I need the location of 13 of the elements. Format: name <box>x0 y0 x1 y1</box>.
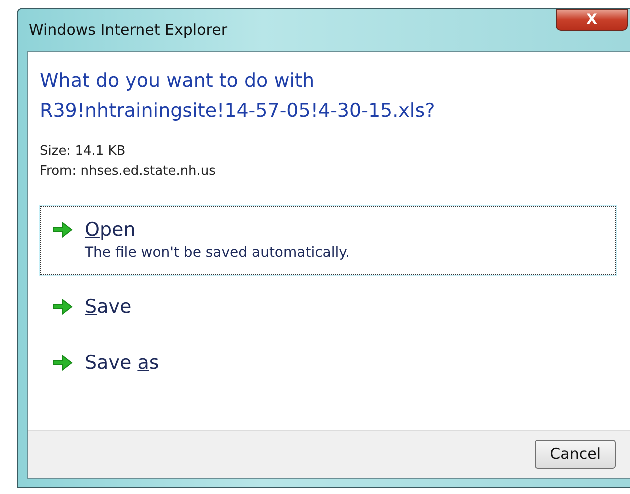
question-text: What do you want to do with <box>40 69 316 94</box>
option-button[interactable]: Save <box>40 283 616 331</box>
arrow-icon <box>53 355 73 371</box>
arrow-icon <box>53 299 73 315</box>
arrow-icon <box>53 222 73 238</box>
close-button[interactable]: X <box>556 9 628 31</box>
cancel-button[interactable]: Cancel <box>535 440 616 469</box>
option-button[interactable]: Save as <box>40 339 616 387</box>
question-text: R39!nhtrainingsite!14-57-05!4-30-15.xls? <box>40 99 436 124</box>
detail-text: From: nhses.ed.state.nh.us <box>40 163 217 181</box>
window-title: Windows Internet Explorer <box>28 20 228 41</box>
option-button[interactable]: Open The file won't be saved automatically. <box>40 206 616 275</box>
detail-text: Size: 14.1 KB <box>40 143 127 161</box>
